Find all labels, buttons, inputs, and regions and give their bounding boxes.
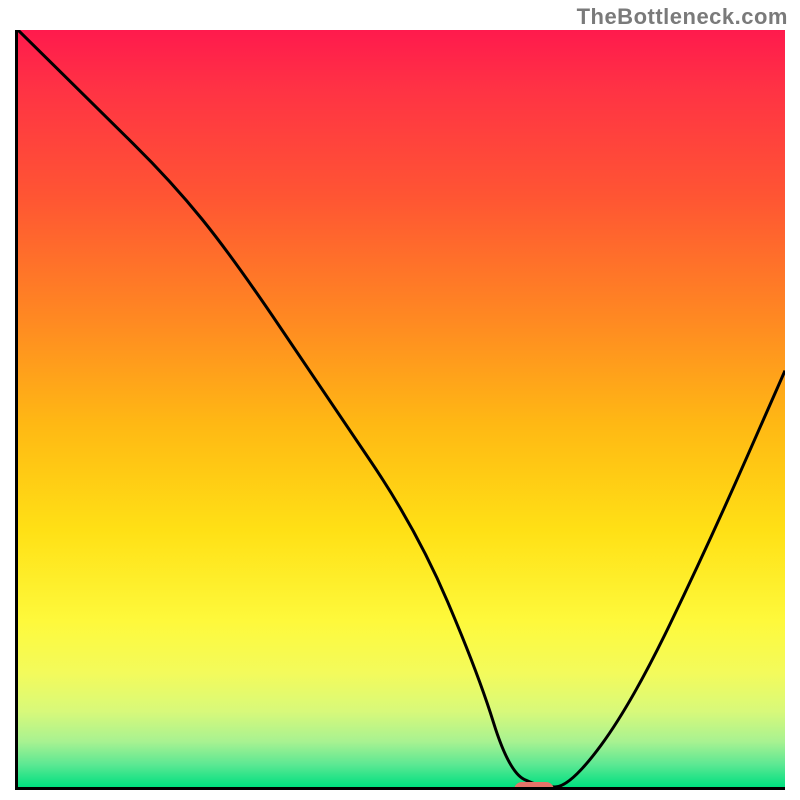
watermark-text: TheBottleneck.com [577,4,788,30]
chart-curve-svg [18,30,785,787]
chart-area [15,30,785,790]
bottleneck-curve-path [18,30,785,787]
optimal-point-marker [514,782,554,790]
